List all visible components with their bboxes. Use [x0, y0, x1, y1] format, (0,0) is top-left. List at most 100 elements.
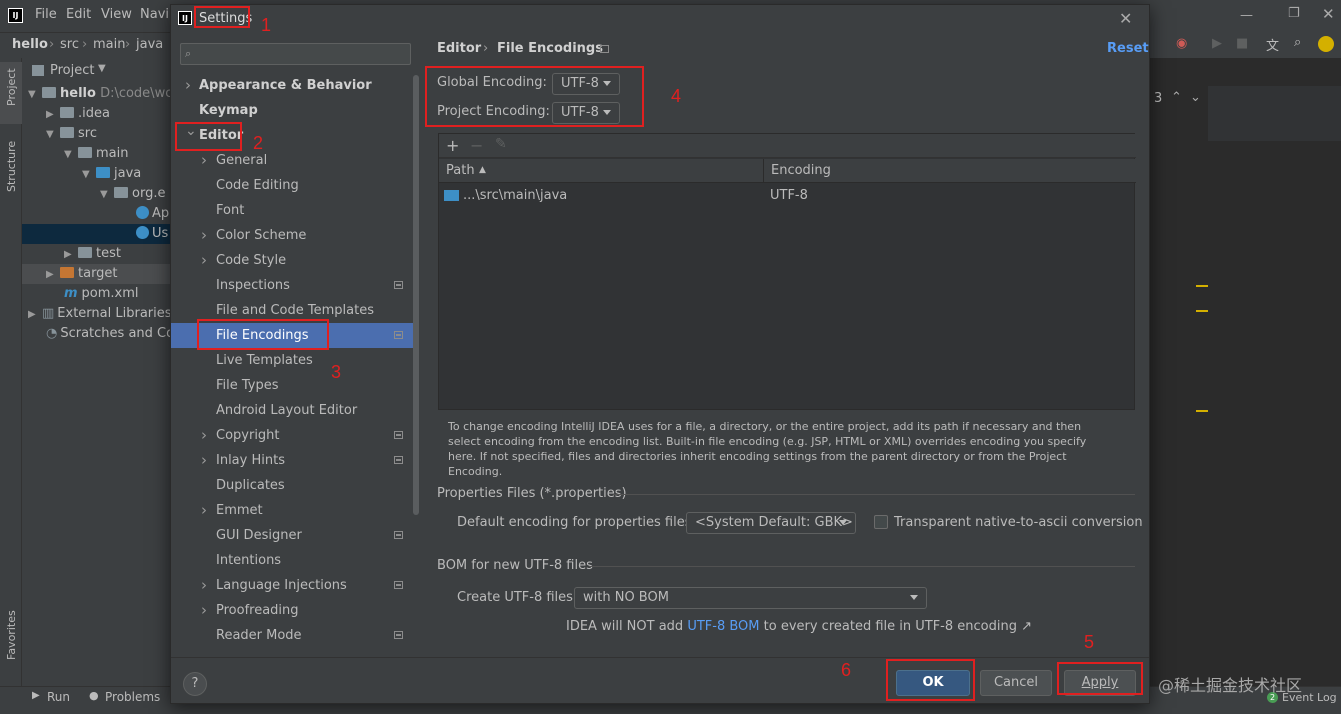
chevron-up-icon[interactable]: ⌃: [1171, 90, 1182, 105]
row-encoding[interactable]: UTF-8: [770, 188, 808, 203]
chevron-right-icon[interactable]: ›: [201, 498, 207, 523]
chevron-right-icon[interactable]: ›: [185, 73, 191, 98]
nav-item-keymap[interactable]: Keymap: [171, 98, 419, 123]
nav-item-intentions[interactable]: Intentions: [171, 548, 419, 573]
help-button[interactable]: ?: [183, 672, 207, 696]
crumb-src[interactable]: src: [60, 37, 79, 52]
nav-item-inspections[interactable]: Inspections: [171, 273, 419, 298]
chevron-down-icon[interactable]: ▼: [98, 63, 106, 74]
chevron-down-icon: [839, 520, 847, 525]
crumb-main[interactable]: main: [93, 37, 125, 52]
cancel-button[interactable]: Cancel: [980, 670, 1052, 696]
menu-file[interactable]: File: [35, 7, 57, 22]
nav-item-label: Color Scheme: [216, 228, 307, 243]
menu-edit[interactable]: Edit: [66, 7, 91, 22]
nav-item-code-style[interactable]: › Code Style: [171, 248, 419, 273]
bom-select[interactable]: with NO BOM: [574, 587, 927, 609]
tree-item-java[interactable]: ▼ java: [22, 164, 170, 184]
nav-item-gui-designer[interactable]: GUI Designer: [171, 523, 419, 548]
table-header: Path ▲ Encoding: [439, 159, 1136, 183]
chevron-right-icon[interactable]: ›: [201, 148, 207, 173]
column-path[interactable]: Path: [446, 163, 475, 178]
problems-tab[interactable]: Problems: [105, 690, 160, 704]
nav-item-file-types[interactable]: File Types: [171, 373, 419, 398]
nav-item-inlay-hints[interactable]: › Inlay Hints: [171, 448, 419, 473]
tree-item-external-libraries[interactable]: ▶ ▥ External Libraries: [22, 304, 172, 324]
crumb-java[interactable]: java: [136, 37, 163, 52]
chevron-right-icon[interactable]: ›: [201, 448, 207, 473]
chevron-down-icon[interactable]: ⌄: [1190, 90, 1201, 105]
menu-navigate[interactable]: Navi: [140, 7, 169, 22]
tree-item-pom[interactable]: m pom.xml: [22, 284, 170, 304]
nav-item-appearance-behavior[interactable]: › Appearance & Behavior: [171, 73, 419, 98]
settings-search-input[interactable]: ⌕: [180, 43, 411, 65]
nav-item-color-scheme[interactable]: › Color Scheme: [171, 223, 419, 248]
reset-link[interactable]: Reset: [1107, 41, 1149, 56]
nav-item-font[interactable]: Font: [171, 198, 419, 223]
chevron-right-icon[interactable]: ›: [201, 573, 207, 598]
section-divider: [613, 494, 1135, 495]
debug-icon[interactable]: ◉: [1176, 36, 1187, 51]
warning-marker: [1196, 410, 1208, 412]
encoding-table: + − ✎ Path ▲ Encoding ...\src\main\java …: [438, 133, 1136, 410]
run-tab[interactable]: Run: [47, 690, 70, 704]
transparent-conversion-label[interactable]: Transparent native-to-ascii conversion: [894, 515, 1143, 530]
restore-icon[interactable]: ❐: [1288, 6, 1300, 21]
menu-view[interactable]: View: [101, 7, 132, 22]
properties-encoding-select[interactable]: <System Default: GBK>: [686, 512, 856, 534]
tree-item-class-user[interactable]: Us: [22, 224, 170, 244]
tree-item-target[interactable]: ▶ target: [22, 264, 170, 284]
tree-item-package[interactable]: ▼ org.e: [22, 184, 170, 204]
nav-item-android-layout-editor[interactable]: Android Layout Editor: [171, 398, 419, 423]
nav-item-label: Android Layout Editor: [216, 403, 358, 418]
nav-item-reader-mode[interactable]: Reader Mode: [171, 623, 419, 648]
folder-icon: [78, 147, 92, 158]
sort-ascending-icon[interactable]: ▲: [479, 165, 486, 175]
minimize-icon[interactable]: —: [1240, 8, 1253, 23]
folder-icon: [444, 190, 459, 201]
utf8-bom-link[interactable]: UTF-8 BOM: [687, 619, 759, 634]
table-row[interactable]: ...\src\main\java UTF-8: [439, 184, 1136, 208]
crumb-hello[interactable]: hello: [12, 37, 48, 52]
update-icon[interactable]: [1318, 36, 1334, 52]
annotation-box-6: [886, 659, 975, 701]
tab-favorites[interactable]: Favorites: [5, 610, 18, 660]
breadcrumb-page: File Encodings: [497, 41, 603, 56]
chevron-right-icon[interactable]: ›: [201, 248, 207, 273]
nav-item-emmet[interactable]: › Emmet: [171, 498, 419, 523]
tree-item-main[interactable]: ▼ main: [22, 144, 170, 164]
nav-item-live-templates[interactable]: Live Templates: [171, 348, 419, 373]
project-scope-icon: [394, 631, 403, 639]
tree-item-scratches[interactable]: ◔ Scratches and Co: [22, 324, 174, 344]
project-title[interactable]: Project: [50, 63, 94, 78]
tab-project[interactable]: Project: [5, 68, 18, 106]
nav-item-language-injections[interactable]: › Language Injections: [171, 573, 419, 598]
chevron-right-icon[interactable]: ›: [201, 598, 207, 623]
tree-item-idea[interactable]: ▶ .idea: [22, 104, 170, 124]
nav-item-copyright[interactable]: › Copyright: [171, 423, 419, 448]
folder-icon: [96, 167, 110, 178]
tab-structure[interactable]: Structure: [5, 141, 18, 192]
nav-scrollbar[interactable]: [413, 75, 419, 515]
chevron-right-icon[interactable]: ›: [201, 423, 207, 448]
tree-item-class-app[interactable]: Ap: [22, 204, 170, 224]
transparent-conversion-checkbox[interactable]: [874, 515, 888, 529]
edit-path-button[interactable]: ✎: [495, 136, 507, 152]
remove-path-button[interactable]: −: [470, 136, 483, 155]
column-encoding[interactable]: Encoding: [771, 163, 831, 178]
nav-item-proofreading[interactable]: › Proofreading: [171, 598, 419, 623]
window-close-icon[interactable]: ✕: [1322, 5, 1335, 23]
table-toolbar: + − ✎: [439, 134, 1136, 158]
nav-item-code-editing[interactable]: Code Editing: [171, 173, 419, 198]
close-icon[interactable]: ✕: [1119, 9, 1132, 28]
add-path-button[interactable]: +: [446, 136, 459, 155]
tree-item-src[interactable]: ▼ src: [22, 124, 170, 144]
translate-icon[interactable]: 文: [1266, 35, 1279, 54]
tree-item-test[interactable]: ▶ test: [22, 244, 170, 264]
annotation-box-4: [425, 66, 644, 127]
chevron-right-icon[interactable]: ›: [201, 223, 207, 248]
tree-item-hello[interactable]: ▼ hello D:\code\wc: [22, 84, 172, 104]
nav-item-general[interactable]: › General: [171, 148, 419, 173]
search-icon[interactable]: ⌕: [1294, 35, 1301, 50]
nav-item-duplicates[interactable]: Duplicates: [171, 473, 419, 498]
